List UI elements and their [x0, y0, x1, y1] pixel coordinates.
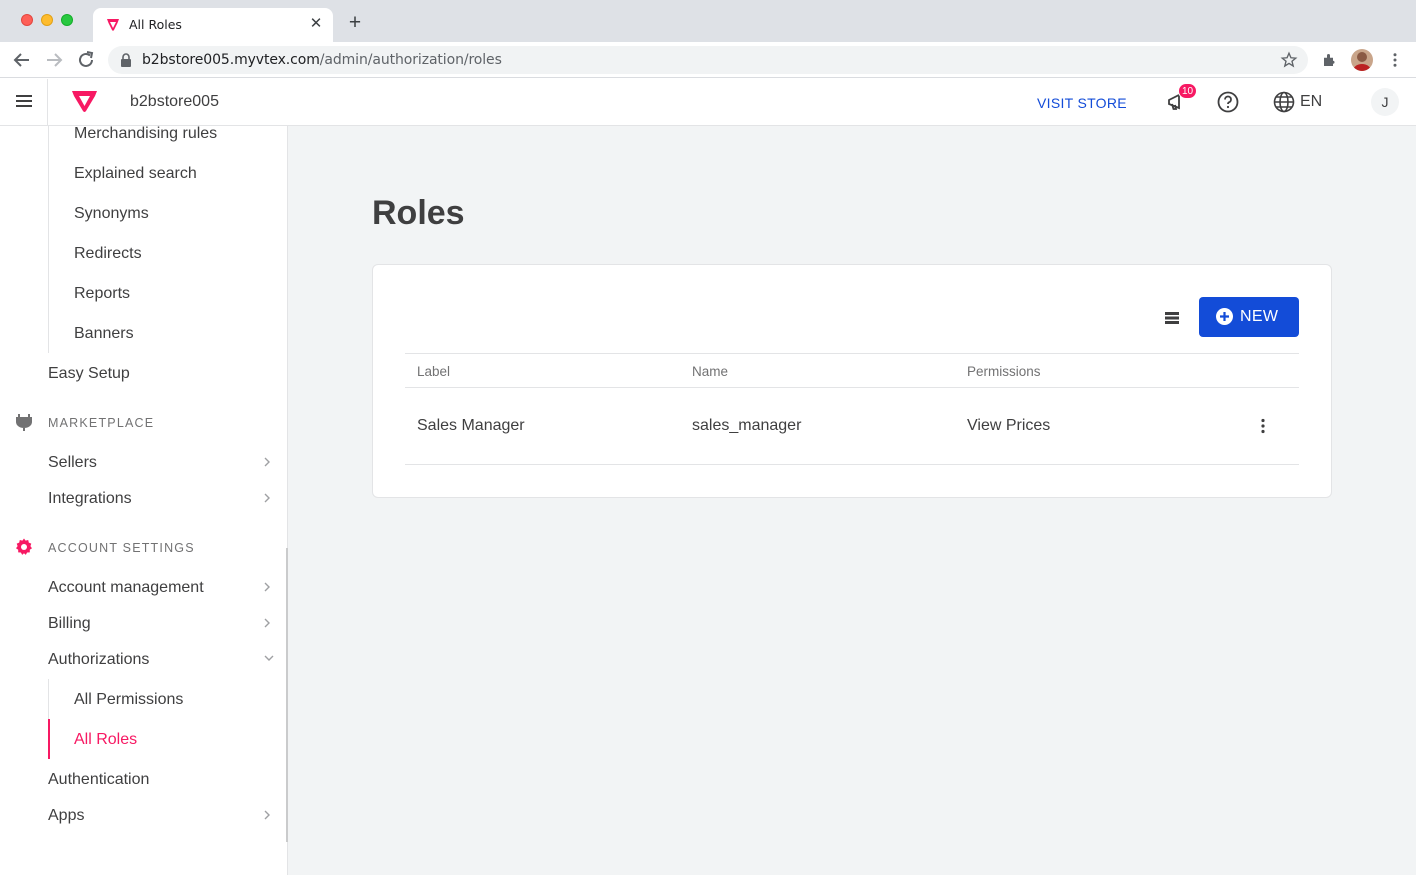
table-density-icon[interactable] [1163, 309, 1181, 327]
profile-photo-icon [1353, 52, 1371, 71]
column-header-name[interactable]: Name [692, 364, 728, 379]
user-avatar[interactable]: J [1371, 88, 1399, 116]
cell-label: Sales Manager [417, 417, 525, 434]
column-header-permissions[interactable]: Permissions [967, 364, 1041, 379]
browser-profile-avatar[interactable] [1351, 49, 1373, 71]
reload-icon[interactable] [74, 48, 98, 72]
search-submenu-rail [48, 126, 49, 353]
sidebar-item-all-roles[interactable]: All Roles [74, 731, 137, 749]
section-heading-account-settings: ACCOUNT SETTINGS [48, 541, 195, 555]
sidebar-item-banners[interactable]: Banners [74, 325, 134, 343]
table-row[interactable]: Sales Manager sales_manager View Prices [405, 388, 1299, 465]
sidebar-item-easy-setup[interactable]: Easy Setup [48, 365, 130, 383]
sidebar: Merchandising rules Explained search Syn… [0, 126, 288, 875]
sidebar-item-redirects[interactable]: Redirects [74, 245, 142, 263]
url-host: b2bstore005.myvtex.com [142, 52, 320, 68]
sidebar-item-integrations[interactable]: Integrations [48, 490, 132, 508]
url-text: b2bstore005.myvtex.com/admin/authorizati… [142, 52, 502, 68]
new-button-label: NEW [1240, 308, 1279, 325]
sidebar-item-authorizations[interactable]: Authorizations [48, 651, 149, 669]
table-header: Label Name Permissions [405, 353, 1299, 388]
chevron-down-icon [264, 655, 274, 661]
chevron-right-icon [264, 618, 270, 628]
browser-menu-icon[interactable] [1386, 51, 1404, 69]
marketplace-plug-icon [16, 414, 32, 431]
language-selector[interactable]: EN [1300, 93, 1322, 111]
store-name: b2bstore005 [130, 93, 219, 110]
column-header-label[interactable]: Label [417, 364, 450, 379]
bookmark-star-icon[interactable] [1280, 51, 1298, 69]
vtex-favicon-icon [107, 19, 119, 31]
sidebar-item-reports[interactable]: Reports [74, 285, 130, 303]
window-close-button[interactable] [21, 14, 33, 26]
globe-icon[interactable] [1273, 91, 1295, 113]
chevron-right-icon [264, 810, 270, 820]
sidebar-item-merchandising-rules[interactable]: Merchandising rules [74, 126, 217, 143]
sidebar-item-authentication[interactable]: Authentication [48, 771, 149, 789]
help-icon[interactable] [1217, 91, 1239, 113]
roles-table-card: NEW Label Name Permissions Sales Manager… [372, 264, 1332, 498]
back-arrow-icon[interactable] [10, 48, 34, 72]
sidebar-item-sellers[interactable]: Sellers [48, 454, 97, 472]
url-path: /admin/authorization/roles [319, 52, 502, 68]
gear-icon [16, 538, 32, 555]
chevron-right-icon [264, 582, 270, 592]
active-item-indicator [48, 719, 50, 759]
chevron-right-icon [264, 457, 270, 467]
cell-permissions: View Prices [967, 417, 1051, 434]
notification-count-badge: 10 [1178, 83, 1198, 99]
admin-topbar: b2bstore005 VISIT STORE 10 EN J [0, 79, 1416, 126]
extensions-puzzle-icon[interactable] [1321, 51, 1339, 69]
window-minimize-button[interactable] [41, 14, 53, 26]
tab-close-icon[interactable]: ✕ [307, 15, 325, 33]
sidebar-item-billing[interactable]: Billing [48, 615, 91, 633]
chevron-right-icon [264, 493, 270, 503]
page-title: Roles [372, 194, 465, 232]
sidebar-item-account-management[interactable]: Account management [48, 579, 204, 597]
lock-icon [121, 53, 131, 67]
window-maximize-button[interactable] [61, 14, 73, 26]
cell-name: sales_manager [692, 417, 802, 434]
menu-hamburger-icon[interactable] [0, 79, 48, 125]
tab-title: All Roles [129, 17, 182, 32]
new-role-button[interactable]: NEW [1199, 297, 1299, 337]
sidebar-item-apps[interactable]: Apps [48, 807, 84, 825]
row-actions-kebab-icon[interactable] [1254, 417, 1272, 435]
browser-address-bar: b2bstore005.myvtex.com/admin/authorizati… [0, 42, 1416, 78]
main-content: Roles NEW Label Name Permissions Sales M… [288, 126, 1416, 875]
browser-tab-bar: All Roles ✕ + [0, 0, 1416, 42]
new-tab-plus-icon[interactable]: + [344, 12, 366, 34]
url-field[interactable]: b2bstore005.myvtex.com/admin/authorizati… [108, 46, 1308, 74]
sidebar-item-explained-search[interactable]: Explained search [74, 165, 197, 183]
vtex-logo-icon[interactable] [72, 91, 97, 113]
sidebar-item-all-permissions[interactable]: All Permissions [74, 691, 183, 709]
visit-store-link[interactable]: VISIT STORE [1037, 95, 1127, 111]
sidebar-item-synonyms[interactable]: Synonyms [74, 205, 149, 223]
forward-arrow-icon[interactable] [42, 48, 66, 72]
browser-tab[interactable]: All Roles ✕ [93, 8, 333, 42]
plus-circle-icon [1216, 308, 1233, 325]
section-heading-marketplace: MARKETPLACE [48, 416, 155, 430]
